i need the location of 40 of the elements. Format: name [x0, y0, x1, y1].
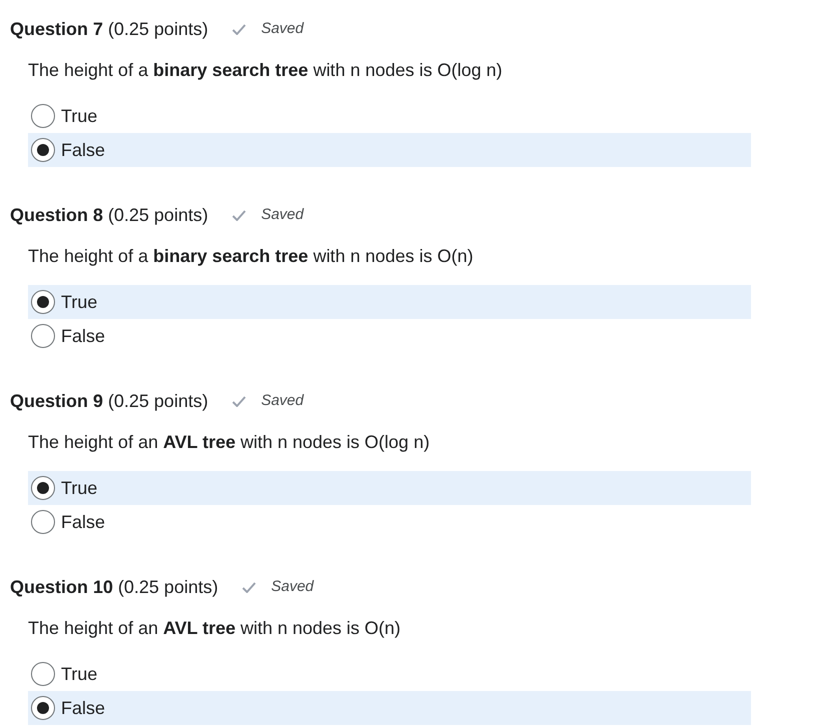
option-label: False: [61, 138, 106, 162]
check-icon: [232, 210, 246, 220]
question-points: (0.25 points): [108, 204, 208, 227]
answer-option[interactable]: True: [28, 285, 751, 319]
question-points: (0.25 points): [118, 576, 218, 599]
option-label: True: [61, 662, 98, 686]
radio-button[interactable]: [31, 290, 55, 314]
radio-button[interactable]: [31, 510, 55, 534]
radio-button[interactable]: [31, 476, 55, 500]
radio-button[interactable]: [31, 662, 55, 686]
option-label: True: [61, 290, 98, 314]
question-prompt: The height of a binary search tree with n nodes is O(log n): [28, 58, 502, 82]
question-points: (0.25 points): [108, 390, 208, 413]
answer-option[interactable]: False: [28, 133, 751, 167]
question-prompt: The height of an AVL tree with n nodes is O(n): [28, 616, 401, 640]
question-points: (0.25 points): [108, 18, 208, 41]
check-icon: [242, 582, 256, 592]
saved-status: Saved: [261, 18, 304, 39]
check-icon: [232, 396, 246, 406]
question-title: Question 10: [10, 576, 114, 598]
option-label: False: [61, 510, 106, 534]
radio-button[interactable]: [31, 138, 55, 162]
question-title: Question 9: [10, 390, 104, 412]
option-label: True: [61, 104, 98, 128]
option-label: True: [61, 476, 98, 500]
answer-option[interactable]: False: [28, 691, 751, 725]
question-title: Question 8: [10, 204, 104, 226]
question-prompt: The height of a binary search tree with n nodes is O(n): [28, 244, 474, 268]
radio-button[interactable]: [31, 324, 55, 348]
question-title: Question 7: [10, 18, 104, 40]
option-label: False: [61, 324, 106, 348]
radio-button[interactable]: [31, 104, 55, 128]
option-label: False: [61, 696, 106, 720]
question-prompt: The height of an AVL tree with n nodes is O(log n): [28, 430, 430, 454]
saved-status: Saved: [261, 204, 304, 225]
saved-status: Saved: [261, 390, 304, 411]
radio-button[interactable]: [31, 696, 55, 720]
saved-status: Saved: [271, 576, 314, 597]
answer-option[interactable]: True: [28, 471, 751, 505]
check-icon: [232, 24, 246, 34]
